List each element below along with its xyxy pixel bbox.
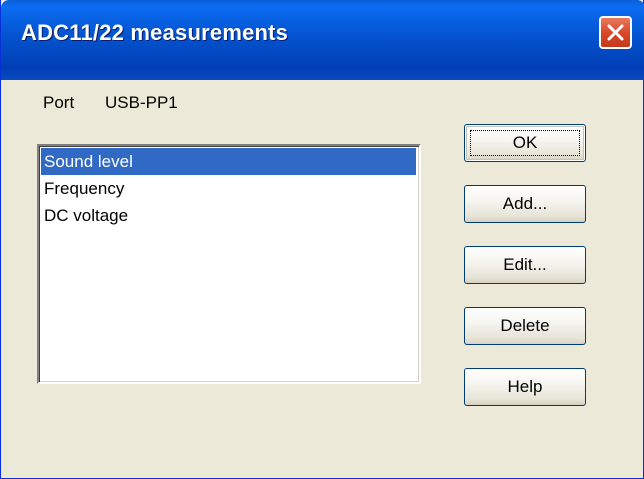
list-item[interactable]: Frequency xyxy=(41,175,416,202)
delete-button-label: Delete xyxy=(500,316,550,335)
close-icon xyxy=(607,24,624,41)
dialog-window: ADC11/22 measurements Port USB-PP1 Sound… xyxy=(0,0,644,479)
port-value: USB-PP1 xyxy=(105,93,178,112)
window-title: ADC11/22 measurements xyxy=(21,20,289,45)
title-bar[interactable]: ADC11/22 measurements xyxy=(1,0,644,80)
list-item[interactable]: DC voltage xyxy=(41,202,416,229)
delete-button[interactable]: Delete xyxy=(464,307,586,345)
help-button-label: Help xyxy=(507,377,543,396)
add-button-label: Add... xyxy=(502,194,548,213)
edit-button-label: Edit... xyxy=(503,255,547,274)
port-label: Port xyxy=(43,93,75,112)
help-button[interactable]: Help xyxy=(464,368,586,406)
ok-button[interactable]: OK xyxy=(464,124,586,162)
close-button[interactable] xyxy=(599,16,632,49)
edit-button[interactable]: Edit... xyxy=(464,246,586,284)
add-button[interactable]: Add... xyxy=(464,185,586,223)
measurements-listbox[interactable]: Sound level Frequency DC voltage xyxy=(37,144,421,384)
list-item[interactable]: Sound level xyxy=(41,148,416,175)
ok-button-label: OK xyxy=(512,133,538,152)
